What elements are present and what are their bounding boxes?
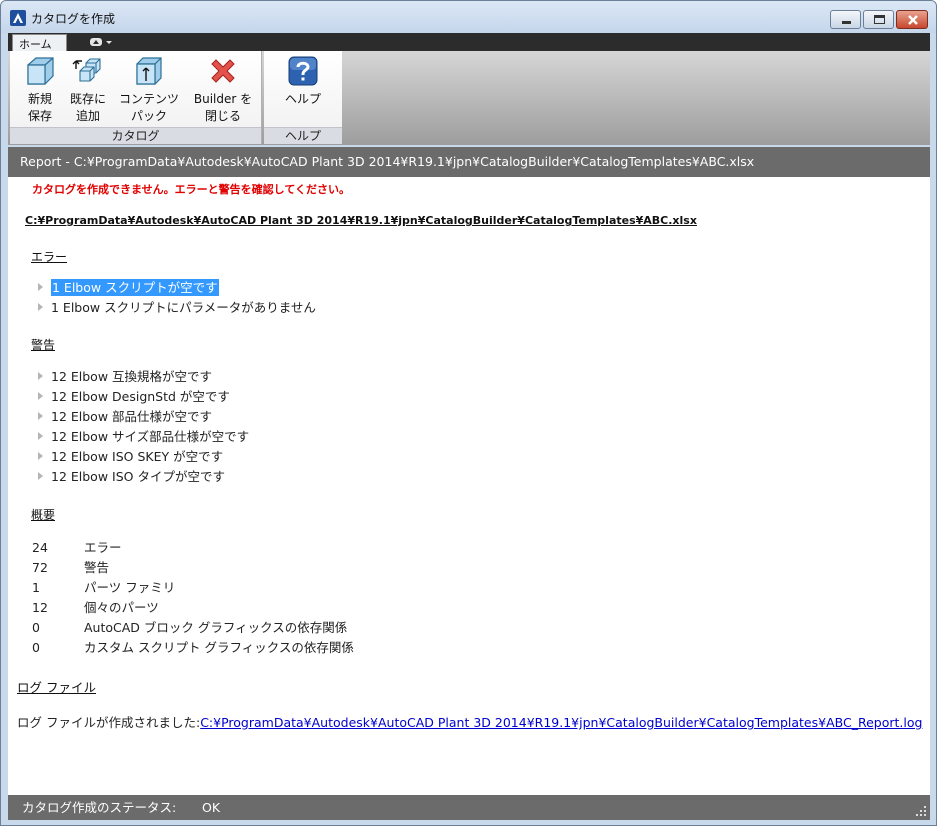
errors-heading: エラー xyxy=(31,250,68,264)
catalog-panel-title: カタログ xyxy=(10,127,261,144)
summary-count: 24 xyxy=(32,540,48,555)
catalog-builder-window: カタログを作成 ホーム 新規 保存 既存に 追加 コンテンツ パック Build… xyxy=(0,0,937,826)
warning-item-text: 12 Elbow サイズ部品仕様が空です xyxy=(51,429,250,444)
warning-item[interactable]: 12 Elbow 互換規格が空です xyxy=(38,368,212,386)
new-save-label-2: 保存 xyxy=(27,109,52,123)
summary-label: AutoCAD ブロック グラフィックスの依存関係 xyxy=(84,620,348,635)
warning-item[interactable]: 12 Elbow サイズ部品仕様が空です xyxy=(38,428,249,446)
content-pack-button[interactable]: コンテンツ パック xyxy=(116,55,182,125)
report-header: Report - C:¥ProgramData¥Autodesk¥AutoCAD… xyxy=(8,147,930,177)
summary-row: 0 AutoCAD ブロック グラフィックスの依存関係 xyxy=(32,619,347,637)
summary-label: パーツ ファミリ xyxy=(84,580,176,595)
summary-row: 24 エラー xyxy=(32,539,122,557)
expand-triangle-icon[interactable] xyxy=(38,472,43,480)
content-pack-label-2: パック xyxy=(130,109,167,123)
new-save-button[interactable]: 新規 保存 xyxy=(18,55,62,125)
log-file-heading: ログ ファイル xyxy=(17,680,96,695)
summary-count: 72 xyxy=(32,560,48,575)
report-content: Report - C:¥ProgramData¥Autodesk¥AutoCAD… xyxy=(8,147,930,795)
summary-label: エラー xyxy=(84,540,122,555)
expand-triangle-icon[interactable] xyxy=(38,412,43,420)
error-item[interactable]: 1 Elbow スクリプトにパラメータがありません xyxy=(38,299,316,317)
error-item-text: 1 Elbow スクリプトが空です xyxy=(51,279,219,296)
warning-item-text: 12 Elbow ISO タイプが空です xyxy=(51,469,225,484)
new-save-label-1: 新規 xyxy=(27,92,52,106)
log-file-line: ログ ファイルが作成されました:C:¥ProgramData¥Autodesk¥… xyxy=(17,712,922,731)
summary-count: 1 xyxy=(32,580,40,595)
error-item-text: 1 Elbow スクリプトにパラメータがありません xyxy=(51,300,316,315)
title-bar[interactable]: カタログを作成 xyxy=(1,1,936,33)
tab-home[interactable]: ホーム xyxy=(12,34,67,51)
warning-item[interactable]: 12 Elbow ISO タイプが空です xyxy=(38,468,225,486)
expand-triangle-icon[interactable] xyxy=(38,372,43,380)
error-item[interactable]: 1 Elbow スクリプトが空です xyxy=(38,279,219,297)
summary-row: 12 個々のパーツ xyxy=(32,599,159,617)
maximize-button[interactable] xyxy=(863,10,894,29)
resize-grip-icon[interactable] xyxy=(916,806,927,817)
catalog-panel: 新規 保存 既存に 追加 コンテンツ パック Builder を 閉じる カタロ… xyxy=(10,51,262,144)
help-button[interactable]: ヘルプ xyxy=(270,55,336,108)
help-question-icon xyxy=(288,56,318,86)
log-file-prefix: ログ ファイルが作成されました: xyxy=(17,715,201,730)
close-window-button[interactable] xyxy=(896,10,928,29)
warning-item[interactable]: 12 Elbow ISO SKEY が空です xyxy=(38,448,223,466)
content-pack-icon xyxy=(136,57,162,85)
close-builder-label-1: Builder を xyxy=(193,92,253,106)
minimize-button[interactable] xyxy=(830,10,861,29)
warning-item-text: 12 Elbow 部品仕様が空です xyxy=(51,409,213,424)
help-panel: ヘルプ ヘルプ xyxy=(264,51,342,144)
summary-label: カスタム スクリプト グラフィックスの依存関係 xyxy=(84,640,354,655)
content-pack-label-1: コンテンツ xyxy=(118,92,179,106)
warning-item[interactable]: 12 Elbow DesignStd が空です xyxy=(38,388,230,406)
error-message: カタログを作成できません。エラーと警告を確認してください。 xyxy=(32,183,351,196)
add-existing-label-2: 追加 xyxy=(75,109,100,123)
summary-label: 個々のパーツ xyxy=(84,600,159,615)
warning-item-text: 12 Elbow DesignStd が空です xyxy=(51,389,230,404)
close-icon xyxy=(908,15,918,25)
ribbon-tab-bar: ホーム xyxy=(8,33,930,51)
warning-item-text: 12 Elbow 互換規格が空です xyxy=(51,369,213,384)
ribbon: 新規 保存 既存に 追加 コンテンツ パック Builder を 閉じる カタロ… xyxy=(8,51,930,145)
status-label: カタログ作成のステータス: xyxy=(22,800,177,815)
close-builder-button[interactable]: Builder を 閉じる xyxy=(190,55,256,125)
source-file-path: C:¥ProgramData¥Autodesk¥AutoCAD Plant 3D… xyxy=(25,214,697,227)
close-builder-x-icon xyxy=(211,59,235,83)
expand-triangle-icon[interactable] xyxy=(38,283,43,291)
maximize-icon xyxy=(874,15,885,24)
add-to-existing-button[interactable]: 既存に 追加 xyxy=(66,55,110,125)
summary-row: 72 警告 xyxy=(32,559,109,577)
autocad-app-icon xyxy=(10,10,26,26)
status-bar: カタログ作成のステータス: OK xyxy=(8,795,930,820)
status-value: OK xyxy=(202,800,221,815)
new-catalog-cube-icon xyxy=(27,57,54,85)
summary-count: 0 xyxy=(32,620,40,635)
summary-count: 0 xyxy=(32,640,40,655)
help-panel-title: ヘルプ xyxy=(264,127,342,144)
warning-item[interactable]: 12 Elbow 部品仕様が空です xyxy=(38,408,212,426)
log-file-link[interactable]: C:¥ProgramData¥Autodesk¥AutoCAD Plant 3D… xyxy=(200,715,922,730)
add-existing-label-1: 既存に xyxy=(69,92,106,106)
expand-triangle-icon[interactable] xyxy=(38,432,43,440)
expand-triangle-icon[interactable] xyxy=(38,452,43,460)
minimize-icon xyxy=(842,21,851,24)
expand-triangle-icon[interactable] xyxy=(38,303,43,311)
summary-row: 1 パーツ ファミリ xyxy=(32,579,175,597)
ribbon-minimize-dropdown-icon[interactable] xyxy=(88,36,114,48)
summary-heading: 概要 xyxy=(31,508,56,522)
warnings-heading: 警告 xyxy=(31,338,56,352)
summary-row: 0 カスタム スクリプト グラフィックスの依存関係 xyxy=(32,639,354,657)
summary-label: 警告 xyxy=(84,560,110,575)
summary-count: 12 xyxy=(32,600,48,615)
add-existing-cubes-icon xyxy=(72,58,101,82)
close-builder-label-2: 閉じる xyxy=(204,109,241,123)
help-label: ヘルプ xyxy=(284,92,321,106)
warning-item-text: 12 Elbow ISO SKEY が空です xyxy=(51,449,224,464)
expand-triangle-icon[interactable] xyxy=(38,392,43,400)
window-title: カタログを作成 xyxy=(31,12,116,26)
